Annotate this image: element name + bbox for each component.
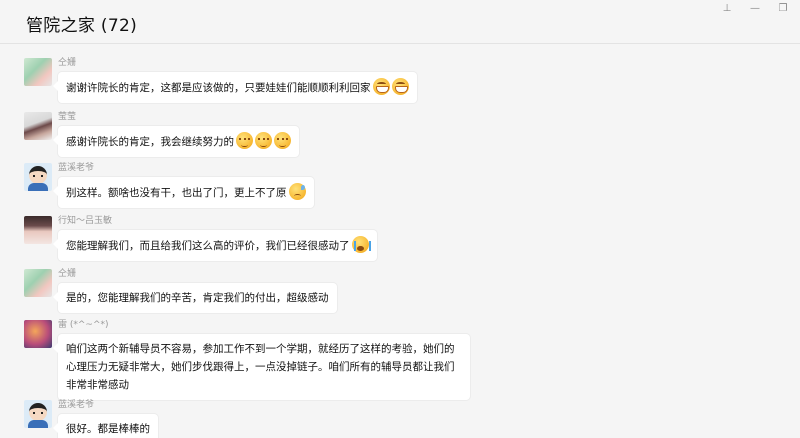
- avatar[interactable]: [24, 320, 52, 348]
- message-text: 谢谢许院长的肯定，这都是应该做的，只要娃娃们能顺顺利利回家: [66, 82, 371, 94]
- sender-name: 行知～吕玉敏: [58, 216, 113, 226]
- sleepy-emoji-icon: [236, 132, 253, 149]
- sender-name: 蓝溪老爷: [58, 163, 95, 173]
- message-bubble[interactable]: 咱们这两个新辅导员不容易，参加工作不到一个学期，就经历了这样的考验，她们的心理压…: [53, 334, 470, 400]
- avatar-eyes-shape: [33, 175, 43, 177]
- message-text: 是的，您能理解我们的辛苦，肯定我们的付出，超级感动: [66, 292, 329, 304]
- sender-name: 莹莹: [58, 112, 77, 122]
- message-bubble[interactable]: 您能理解我们，而且给我们这么高的评价，我们已经很感动了: [53, 230, 377, 261]
- crying-emoji-icon: [351, 236, 371, 253]
- sender-name: 蓝溪老爷: [58, 400, 95, 410]
- message-bubble[interactable]: 是的，您能理解我们的辛苦，肯定我们的付出，超级感动: [53, 283, 337, 313]
- sleepy-emoji-icon: [255, 132, 272, 149]
- avatar[interactable]: [24, 400, 52, 428]
- avatar[interactable]: [24, 163, 52, 191]
- grin-emoji-icon: [372, 78, 390, 95]
- message-text: 咱们这两个新辅导员不容易，参加工作不到一个学期，就经历了这样的考验，她们的心理压…: [66, 343, 455, 391]
- avatar[interactable]: [24, 112, 52, 140]
- message-text: 您能理解我们，而且给我们这么高的评价，我们已经很感动了: [66, 240, 350, 252]
- avatar[interactable]: [24, 58, 52, 86]
- avatar[interactable]: [24, 216, 52, 244]
- pin-icon[interactable]: ⊥: [720, 3, 734, 15]
- message-text: 别这样。额啥也没有干，也出了门，更上不了原: [66, 187, 287, 199]
- avatar[interactable]: [24, 269, 52, 297]
- avatar-body-shape: [28, 420, 48, 428]
- message-bubble[interactable]: 感谢许院长的肯定，我会继续努力的: [53, 126, 299, 157]
- message-text: 很好。都是棒棒的: [66, 423, 150, 435]
- sender-name: 雷 (*^~^*): [58, 320, 109, 330]
- restore-icon[interactable]: ❐: [776, 3, 790, 15]
- sweat-emoji-icon: [288, 183, 306, 200]
- chat-message-list[interactable]: 仝姗 谢谢许院长的肯定，这都是应该做的，只要娃娃们能顺顺利利回家 莹莹 感谢许院…: [0, 45, 800, 438]
- chat-title: 管院之家 (72): [26, 16, 137, 36]
- message-bubble[interactable]: 很好。都是棒棒的: [53, 414, 158, 438]
- sleepy-emoji-icon: [274, 132, 291, 149]
- sender-name: 仝姗: [58, 58, 77, 68]
- minimize-icon[interactable]: —: [748, 3, 762, 15]
- message-text: 感谢许院长的肯定，我会继续努力的: [66, 136, 234, 148]
- avatar-eyes-shape: [33, 412, 43, 414]
- avatar-body-shape: [28, 183, 48, 191]
- sender-name: 仝姗: [58, 269, 77, 279]
- message-bubble[interactable]: 谢谢许院长的肯定，这都是应该做的，只要娃娃们能顺顺利利回家: [53, 72, 417, 103]
- title-bar: 管院之家 (72) ⊥ — ❐: [0, 0, 800, 44]
- message-bubble[interactable]: 别这样。额啥也没有干，也出了门，更上不了原: [53, 177, 314, 208]
- grin-emoji-icon: [391, 78, 409, 95]
- window-controls: ⊥ — ❐: [720, 3, 790, 15]
